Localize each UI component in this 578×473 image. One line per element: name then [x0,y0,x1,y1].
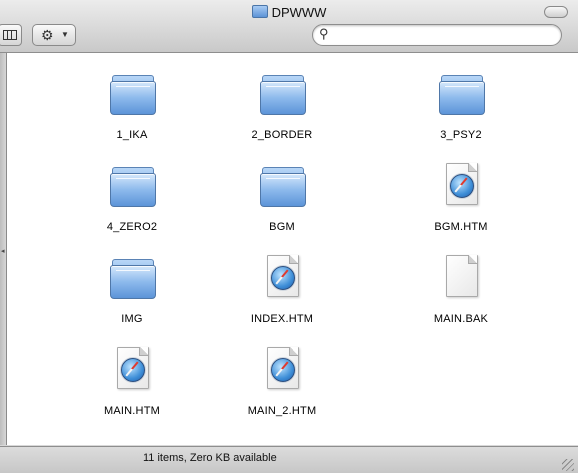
folder-icon [110,71,156,115]
item-label: 3_PSY2 [440,129,482,141]
gear-icon: ⚙ [41,27,54,43]
item-label: BGM [269,221,295,233]
folder-item[interactable]: 1_IKA [62,65,202,151]
document-item[interactable]: MAIN.HTM [62,341,202,427]
window-title-text: DPWWW [271,5,327,20]
window-title: DPWWW [0,4,578,22]
status-text: 11 items, Zero KB available [143,452,277,464]
folder-item[interactable]: 4_ZERO2 [62,157,202,243]
folder-icon [260,163,306,207]
status-bar: 11 items, Zero KB available [0,446,578,473]
folder-item[interactable]: 2_BORDER [212,65,352,151]
folder-icon [110,255,156,299]
folder-icon [110,163,156,207]
list-view-icon [3,30,17,40]
folder-item[interactable]: 3_PSY2 [391,65,531,151]
icon-view: 1_IKA 2_BORDER 3_PSY2 4_ZERO2 BGM BGM.HT… [7,53,578,445]
folder-icon [260,71,306,115]
folder-icon [251,5,268,18]
html-document-icon [260,255,304,299]
html-document-icon [439,163,483,207]
document-item[interactable]: BGM.HTM [391,157,531,243]
blank-document-icon [439,255,483,299]
folder-item[interactable]: BGM [212,157,352,243]
action-menu-button[interactable]: ⚙ ▼ [32,24,76,46]
title-bar: DPWWW ⚙ ▼ ⚲ [0,0,578,53]
folder-icon [439,71,485,115]
item-label: 4_ZERO2 [106,221,158,233]
view-mode-button[interactable] [0,24,22,46]
document-item[interactable]: MAIN.BAK [391,249,531,335]
folder-item[interactable]: IMG [62,249,202,335]
chevron-down-icon: ▼ [61,30,69,39]
item-label: MAIN_2.HTM [247,405,317,417]
search-input[interactable] [333,27,547,44]
toolbar-toggle-button[interactable] [544,6,568,18]
html-document-icon [260,347,304,391]
item-label: IMG [121,313,143,325]
item-label: BGM.HTM [434,221,488,233]
item-label: 2_BORDER [251,129,313,141]
document-item[interactable]: MAIN_2.HTM [212,341,352,427]
html-document-icon [110,347,154,391]
search-icon: ⚲ [319,26,329,41]
item-label: INDEX.HTM [250,313,314,325]
sidebar-divider[interactable]: ◂ [0,53,7,445]
item-label: MAIN.HTM [104,405,160,417]
item-label: 1_IKA [116,129,148,141]
document-item[interactable]: INDEX.HTM [212,249,352,335]
divider-handle-icon: ◂ [1,248,5,255]
resize-grip-icon[interactable] [562,459,574,471]
finder-window: DPWWW ⚙ ▼ ⚲ ◂ 1_IKA 2_BORDER 3_PSY2 4_ZE… [0,0,578,473]
item-label: MAIN.BAK [433,313,489,325]
search-field[interactable]: ⚲ [312,24,562,46]
